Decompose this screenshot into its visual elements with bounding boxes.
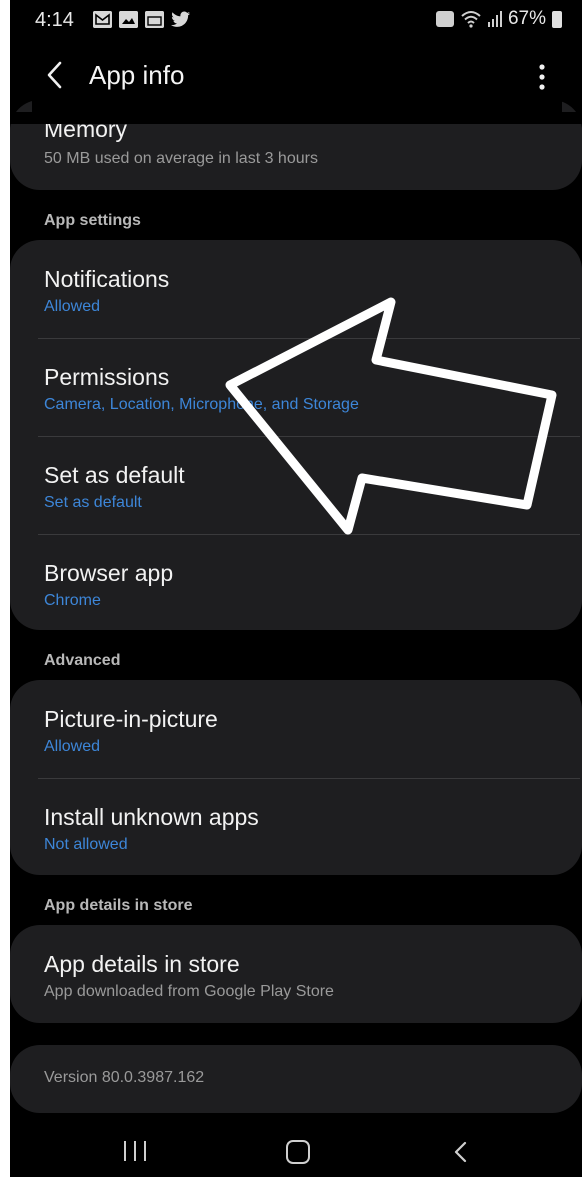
memory-subtitle: 50 MB used on average in last 3 hours xyxy=(44,150,318,167)
alarm-icon xyxy=(435,11,454,27)
status-bar: 4:14 67% xyxy=(10,0,582,42)
set-as-default-subtitle: Set as default xyxy=(44,494,142,511)
pip-subtitle: Allowed xyxy=(44,738,101,755)
unknown-apps-subtitle: Not allowed xyxy=(44,836,128,853)
signal-icon xyxy=(487,11,502,27)
phone-screen: 4:14 67% App info Memory 50 MB used on a… xyxy=(10,0,582,1177)
setting-notifications[interactable]: Notifications Allowed xyxy=(10,240,582,338)
wifi-icon xyxy=(461,11,481,28)
permissions-title: Permissions xyxy=(44,364,170,390)
store-title: App details in store xyxy=(44,951,240,977)
notifications-title: Notifications xyxy=(44,266,170,292)
twitter-icon xyxy=(171,11,191,28)
setting-install-unknown-apps[interactable]: Install unknown apps Not allowed xyxy=(10,778,582,875)
store-subtitle: App downloaded from Google Play Store xyxy=(44,983,334,1000)
browser-app-title: Browser app xyxy=(44,560,174,586)
notifications-subtitle: Allowed xyxy=(44,298,101,315)
recent-apps-icon[interactable] xyxy=(124,1141,146,1163)
gallery-icon xyxy=(119,11,138,28)
advanced-card: Picture-in-picture Allowed Install unkno… xyxy=(10,680,582,875)
battery-icon xyxy=(552,10,562,28)
setting-picture-in-picture[interactable]: Picture-in-picture Allowed xyxy=(10,680,582,778)
more-vert-icon[interactable] xyxy=(532,62,552,92)
permissions-subtitle: Camera, Location, Microphone, and Storag… xyxy=(44,396,359,413)
version-text: Version 80.0.3987.162 xyxy=(44,1069,205,1086)
back-arrow-icon[interactable] xyxy=(40,58,70,92)
section-app-details-store: App details in store xyxy=(44,897,193,914)
setting-permissions[interactable]: Permissions Camera, Location, Microphone… xyxy=(10,338,582,436)
store-card: App details in store App downloaded from… xyxy=(10,925,582,1023)
system-status-icons: 67% xyxy=(435,8,562,30)
page-title: App info xyxy=(89,60,185,90)
setting-app-details-in-store[interactable]: App details in store App downloaded from… xyxy=(10,925,582,1023)
section-advanced: Advanced xyxy=(44,652,121,669)
browser-app-subtitle: Chrome xyxy=(44,592,101,609)
app-settings-card: Notifications Allowed Permissions Camera… xyxy=(10,240,582,630)
version-card: Version 80.0.3987.162 xyxy=(10,1045,582,1113)
gmail-icon xyxy=(93,11,112,28)
status-time: 4:14 xyxy=(35,9,74,31)
pip-title: Picture-in-picture xyxy=(44,706,218,732)
unknown-apps-title: Install unknown apps xyxy=(44,804,259,830)
battery-percent: 67% xyxy=(507,8,546,29)
setting-set-as-default[interactable]: Set as default Set as default xyxy=(10,436,582,534)
back-nav-icon[interactable] xyxy=(450,1138,470,1166)
setting-browser-app[interactable]: Browser app Chrome xyxy=(10,534,582,630)
scroll-mask-inner xyxy=(32,100,562,124)
navigation-bar xyxy=(10,1126,582,1177)
home-icon[interactable] xyxy=(286,1140,310,1164)
notification-icons xyxy=(93,11,191,28)
section-app-settings: App settings xyxy=(44,212,141,229)
set-as-default-title: Set as default xyxy=(44,462,185,488)
calendar-icon xyxy=(145,11,164,28)
